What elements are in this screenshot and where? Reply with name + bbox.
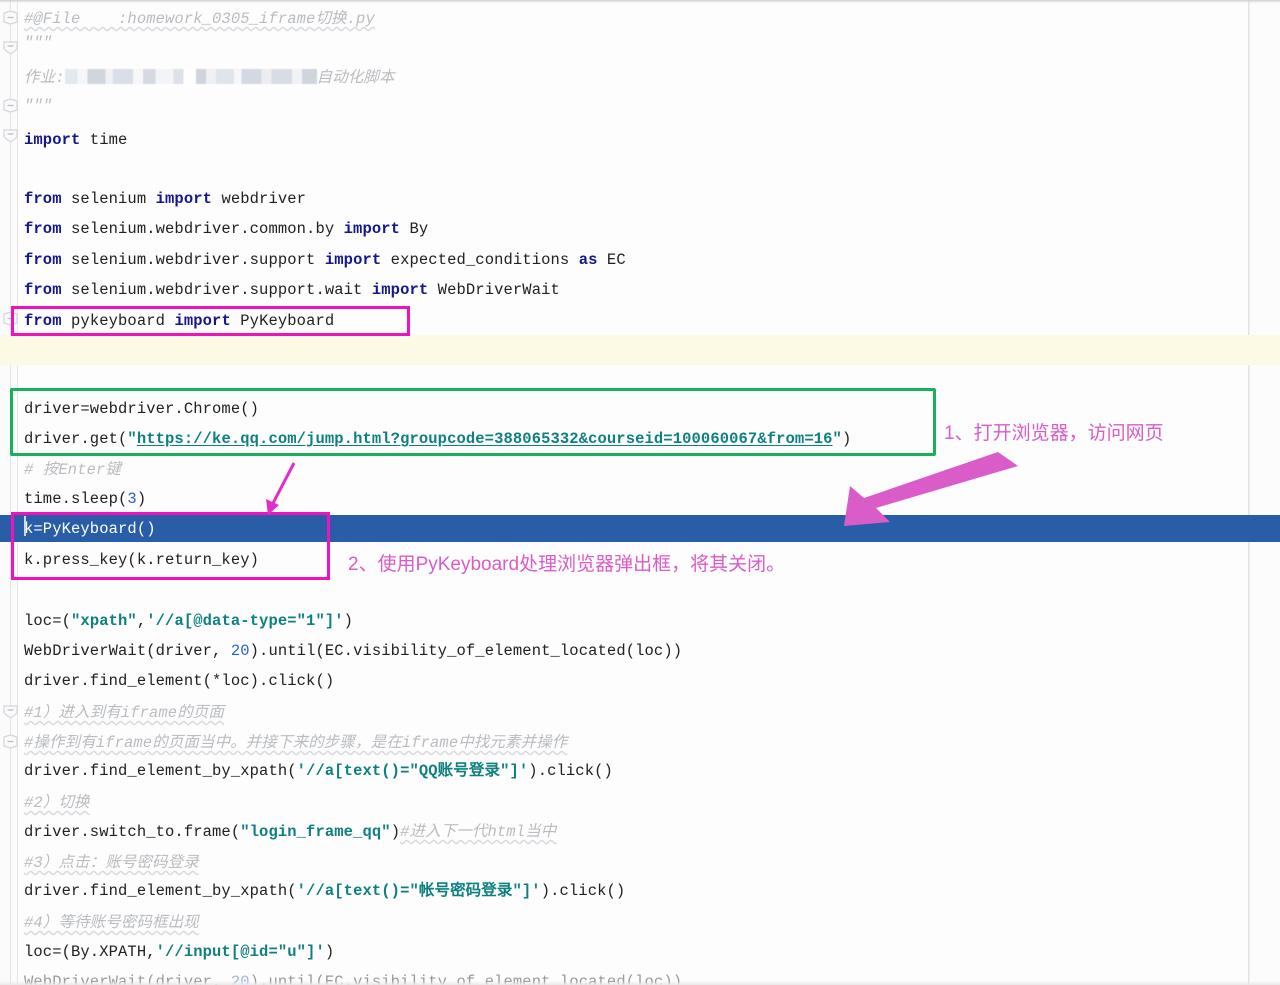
editor-gutter[interactable] (0, 0, 18, 985)
fold-marker-icon[interactable] (3, 311, 18, 326)
code-line-find-qq-login[interactable]: driver.find_element_by_xpath('//a[text()… (24, 761, 613, 781)
code-line-import-time[interactable]: import time (24, 130, 127, 150)
trailing-comment: #进入下一代html当中 (400, 823, 557, 841)
string-quote: " (127, 430, 137, 448)
current-line-highlight (0, 335, 1280, 365)
code-line-comment-1[interactable]: #1）进入到有iframe的页面 (24, 703, 224, 723)
code-line-redacted[interactable]: 作业: 自动化脚本 (24, 68, 395, 88)
string-literal: '//input[@id="u"]' (155, 943, 325, 961)
keyword-import: import (174, 312, 231, 330)
right-side-pane (1249, 0, 1280, 985)
code-line-driver-get[interactable]: driver.get("https://ke.qq.com/jump.html?… (24, 429, 851, 449)
code-line-comment-3[interactable]: #3）点击：账号密码登录 (24, 853, 199, 873)
keyword-from: from (24, 190, 62, 208)
url-link[interactable]: https://ke.qq.com/jump.html?groupcode=38… (137, 430, 833, 448)
keyword-import: import (371, 281, 429, 299)
code-line-import-by[interactable]: from selenium.webdriver.common.by import… (24, 219, 428, 239)
annotation-arrow-thick (844, 452, 1018, 526)
keyword-import: import (24, 131, 81, 149)
bottom-edge-shadow (0, 981, 1280, 985)
code-line-press-key[interactable]: k.press_key(k.return_key) (24, 550, 259, 570)
code-line-import-webdriver[interactable]: from selenium import webdriver (24, 189, 306, 209)
string-literal: '//a[text()="QQ账号登录"]' (296, 762, 529, 780)
fold-marker-icon[interactable] (3, 10, 18, 25)
code-line-find-account-login[interactable]: driver.find_element_by_xpath('//a[text()… (24, 881, 625, 901)
keyword-import: import (343, 220, 401, 238)
code-line-wait-visibility[interactable]: WebDriverWait(driver, 20).until(EC.visib… (24, 641, 682, 661)
string-literal: "login_frame_qq" (240, 823, 391, 841)
keyword-from: from (24, 281, 62, 299)
code-line-find-click[interactable]: driver.find_element(*loc).click() (24, 671, 334, 691)
code-line-loc-input[interactable]: loc=(By.XPATH,'//input[@id="u"]') (24, 942, 334, 962)
annotation-arrow-thin (266, 462, 296, 515)
code-line[interactable]: """ (24, 33, 52, 53)
string-literal: '//a[text()="帐号密码登录"]' (296, 882, 541, 900)
code-line-comment-4[interactable]: #4）等待账号密码框出现 (24, 913, 199, 933)
code-line-import-ec[interactable]: from selenium.webdriver.support import e… (24, 250, 626, 270)
fold-marker-icon[interactable] (3, 704, 18, 719)
code-line-pykeyboard-init[interactable]: k=PyKeyboard() (24, 519, 156, 539)
code-line-driver-chrome[interactable]: driver=webdriver.Chrome() (24, 399, 259, 419)
annotation-label-2: 2、使用PyKeyboard处理浏览器弹出框，将其关闭。 (348, 554, 786, 575)
comment-suffix: 自动化脚本 (316, 69, 395, 87)
code-line-comment-enter[interactable]: # 按Enter键 (24, 460, 121, 480)
right-margin-guide (1248, 0, 1249, 985)
code-editor-view[interactable]: #@File :homework_0305_iframe切换.py """ 作业… (0, 0, 1280, 985)
code-line-comment-iframe[interactable]: #操作到有iframe的页面当中。并接下来的步骤，是在iframe中找元素并操作 (24, 733, 567, 753)
selection-highlight (0, 515, 1280, 542)
text-caret (24, 516, 26, 536)
keyword-import: import (324, 251, 382, 269)
string-literal: '//a[@data-type="1"]' (146, 612, 344, 630)
code-line-comment-2[interactable]: #2）切换 (24, 793, 90, 813)
annotation-label-1: 1、打开浏览器，访问网页 (944, 423, 1164, 444)
fold-marker-icon[interactable] (3, 734, 18, 749)
keyword-from: from (24, 220, 62, 238)
gutter-rail (10, 0, 11, 985)
code-line-switch-frame[interactable]: driver.switch_to.frame("login_frame_qq")… (24, 822, 556, 842)
redacted-text (64, 69, 317, 84)
number-literal: 20 (230, 642, 250, 660)
fold-marker-icon[interactable] (3, 98, 18, 113)
string-literal: "xpath" (71, 612, 137, 630)
keyword-as: as (578, 251, 598, 269)
keyword-from: from (24, 251, 62, 269)
code-line[interactable]: """ (24, 96, 52, 116)
code-line-import-wait[interactable]: from selenium.webdriver.support.wait imp… (24, 280, 560, 300)
fold-marker-icon[interactable] (3, 40, 18, 55)
code-line-sleep[interactable]: time.sleep(3) (24, 489, 146, 509)
keyword-import: import (155, 190, 213, 208)
code-line[interactable]: #@File :homework_0305_iframe切换.py (24, 9, 375, 29)
fold-marker-icon[interactable] (3, 128, 18, 143)
top-edge-shadow (0, 0, 1280, 3)
keyword-from: from (24, 312, 62, 330)
comment-prefix: 作业: (24, 69, 65, 87)
code-line-import-pykeyboard[interactable]: from pykeyboard import PyKeyboard (24, 311, 334, 331)
number-literal: 3 (127, 490, 137, 508)
code-line-loc-xpath[interactable]: loc=("xpath",'//a[@data-type="1"]') (24, 611, 353, 631)
